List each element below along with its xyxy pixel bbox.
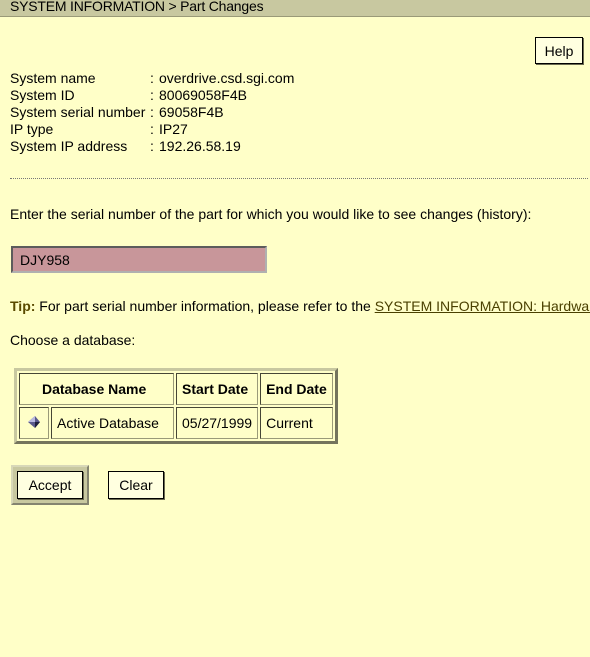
- info-value: overdrive.csd.sgi.com: [159, 70, 295, 86]
- info-separator: :: [150, 138, 154, 154]
- serial-number-input[interactable]: [11, 246, 267, 273]
- info-row-serial-number: System serial number : 69058F4B: [10, 104, 410, 121]
- tip-body: For part serial number information, plea…: [35, 298, 375, 314]
- choose-database-label: Choose a database:: [10, 332, 136, 348]
- table-row[interactable]: Active Database 05/27/1999 Current: [19, 407, 333, 439]
- column-header-end-date: End Date: [260, 373, 333, 405]
- clear-button[interactable]: Clear: [108, 471, 164, 499]
- info-row-system-id: System ID : 80069058F4B: [10, 87, 410, 104]
- info-label: System name: [10, 70, 96, 86]
- info-separator: :: [150, 70, 154, 86]
- info-row-ip-type: IP type : IP27: [10, 121, 410, 138]
- accept-button[interactable]: Accept: [17, 471, 83, 499]
- cell-end-date: Current: [260, 407, 333, 439]
- hardware-link[interactable]: SYSTEM INFORMATION: Hardware: [375, 298, 590, 314]
- info-separator: :: [150, 104, 154, 120]
- help-button[interactable]: Help: [535, 37, 583, 64]
- system-info: System name : overdrive.csd.sgi.com Syst…: [10, 70, 410, 155]
- cell-start-date: 05/27/1999: [176, 407, 259, 439]
- column-header-database-name: Database Name: [19, 373, 174, 405]
- info-separator: :: [150, 87, 154, 103]
- info-label: System IP address: [10, 138, 128, 154]
- info-value: 80069058F4B: [159, 87, 247, 103]
- tip-text: Tip: For part serial number information,…: [10, 298, 590, 314]
- info-separator: :: [150, 121, 154, 137]
- info-value: 69058F4B: [159, 104, 224, 120]
- info-label: System serial number: [10, 104, 146, 120]
- tip-label: Tip:: [10, 298, 36, 314]
- title-bar: SYSTEM INFORMATION > Part Changes: [0, 0, 590, 17]
- serial-prompt: Enter the serial number of the part for …: [10, 206, 532, 222]
- radio-selected-icon[interactable]: [26, 415, 42, 429]
- database-table: Database Name Start Date End Date Active…: [14, 368, 338, 444]
- info-value: 192.26.58.19: [159, 138, 241, 154]
- info-label: IP type: [10, 121, 54, 137]
- divider: [10, 178, 588, 179]
- column-header-start-date: Start Date: [176, 373, 259, 405]
- info-row-system-name: System name : overdrive.csd.sgi.com: [10, 70, 410, 87]
- radio-cell[interactable]: [19, 407, 49, 439]
- page-title: SYSTEM INFORMATION > Part Changes: [10, 0, 264, 14]
- info-row-ip-address: System IP address : 192.26.58.19: [10, 138, 410, 155]
- table-header-row: Database Name Start Date End Date: [19, 373, 333, 405]
- cell-database-name: Active Database: [51, 407, 174, 439]
- info-value: IP27: [159, 121, 188, 137]
- info-label: System ID: [10, 87, 75, 103]
